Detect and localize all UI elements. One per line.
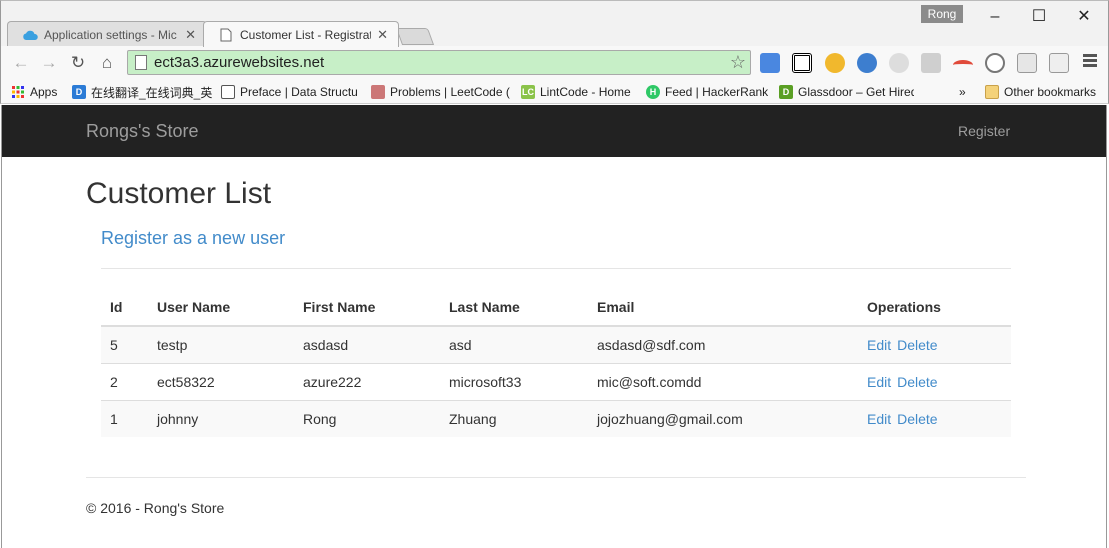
tab-title: Customer List - Registratio bbox=[240, 27, 372, 42]
folder-icon bbox=[985, 85, 999, 99]
close-icon[interactable]: ✕ bbox=[377, 27, 388, 43]
site-footer: © 2016 - Rong's Store bbox=[86, 500, 225, 516]
hackerrank-icon: H bbox=[646, 85, 660, 99]
extension-icon[interactable] bbox=[825, 53, 845, 73]
extension-icon[interactable] bbox=[889, 53, 909, 73]
qr-code-extension-icon[interactable] bbox=[792, 53, 812, 73]
column-header-operations: Operations bbox=[858, 289, 1011, 327]
table-row: 2 ect58322 azure222 microsoft33 mic@soft… bbox=[101, 362, 1011, 400]
tab-application-settings[interactable]: Application settings - Mic ✕ bbox=[7, 21, 207, 47]
bookmark-dictionary[interactable]: D 在线翻译_在线词典_英 bbox=[72, 83, 212, 101]
bookmark-glassdoor[interactable]: D Glassdoor – Get Hired bbox=[779, 83, 914, 101]
edit-link[interactable]: Edit bbox=[867, 374, 891, 390]
new-tab-button[interactable] bbox=[395, 28, 435, 45]
maximize-icon[interactable]: ☐ bbox=[1029, 7, 1049, 27]
url-text: ect3a3.azurewebsites.net bbox=[154, 54, 325, 71]
edit-link[interactable]: Edit bbox=[867, 411, 891, 427]
profile-button[interactable]: Rong bbox=[921, 5, 963, 23]
azure-cloud-icon bbox=[22, 28, 38, 42]
tab-title: Application settings - Mic bbox=[44, 27, 177, 42]
page-viewport: Rongs's Store Register Customer List Reg… bbox=[1, 105, 1107, 548]
tab-customer-list[interactable]: Customer List - Registratio ✕ bbox=[203, 21, 399, 47]
table-row: 5 testp asdasd asd asdasd@sdf.com Edit De… bbox=[101, 325, 1011, 363]
column-header-id: Id bbox=[101, 289, 148, 327]
cell-first-name: Rong bbox=[294, 399, 440, 437]
forward-arrow-icon[interactable]: → bbox=[39, 53, 59, 73]
delete-link[interactable]: Delete bbox=[897, 411, 937, 427]
divider bbox=[101, 268, 1011, 269]
cell-email: mic@soft.comdd bbox=[588, 362, 858, 400]
cell-id: 2 bbox=[101, 362, 148, 400]
browser-toolbar: ← → ↻ ⌂ ect3a3.azurewebsites.net ☆ bbox=[0, 46, 1109, 80]
close-icon[interactable]: ✕ bbox=[185, 27, 196, 43]
bookmarks-bar: Apps D 在线翻译_在线词典_英 Preface | Data Struct… bbox=[0, 80, 1109, 104]
leetcode-icon bbox=[371, 85, 385, 99]
nav-register-link[interactable]: Register bbox=[958, 123, 1010, 139]
divider bbox=[86, 477, 1026, 478]
site-navbar: Rongs's Store Register bbox=[2, 105, 1106, 157]
cube-extension-icon[interactable] bbox=[1017, 53, 1037, 73]
bookmarks-overflow-button[interactable]: » bbox=[959, 83, 973, 101]
lintcode-icon: LC bbox=[521, 85, 535, 99]
minimize-icon[interactable]: – bbox=[985, 7, 1005, 27]
column-header-last-name: Last Name bbox=[440, 289, 588, 327]
cell-username: testp bbox=[148, 325, 294, 363]
back-arrow-icon[interactable]: ← bbox=[11, 53, 31, 73]
cell-username: johnny bbox=[148, 399, 294, 437]
apps-grid-icon bbox=[11, 85, 25, 99]
bookmark-leetcode[interactable]: Problems | LeetCode ( bbox=[371, 83, 511, 101]
column-header-username: User Name bbox=[148, 289, 294, 327]
column-header-first-name: First Name bbox=[294, 289, 440, 327]
cell-id: 5 bbox=[101, 325, 148, 363]
address-bar[interactable]: ect3a3.azurewebsites.net ☆ bbox=[127, 50, 751, 75]
cell-id: 1 bbox=[101, 399, 148, 437]
translate-extension-icon[interactable] bbox=[760, 53, 780, 73]
page-icon bbox=[135, 55, 147, 70]
other-bookmarks-folder[interactable]: Other bookmarks bbox=[985, 83, 1105, 101]
cell-email: jojozhuang@gmail.com bbox=[588, 399, 858, 437]
column-header-email: Email bbox=[588, 289, 858, 327]
bookmark-lintcode[interactable]: LC LintCode - Home bbox=[521, 83, 641, 101]
globe-extension-icon[interactable] bbox=[857, 53, 877, 73]
delete-link[interactable]: Delete bbox=[897, 337, 937, 353]
delete-link[interactable]: Delete bbox=[897, 374, 937, 390]
page-title: Customer List bbox=[86, 177, 272, 210]
cell-last-name: microsoft33 bbox=[440, 362, 588, 400]
bookmark-data-structures[interactable]: Preface | Data Structu bbox=[221, 83, 361, 101]
rainbow-extension-icon[interactable] bbox=[953, 60, 973, 70]
cell-first-name: azure222 bbox=[294, 362, 440, 400]
compass-extension-icon[interactable] bbox=[985, 53, 1005, 73]
shield-extension-icon[interactable] bbox=[1049, 53, 1069, 73]
reload-icon[interactable]: ↻ bbox=[68, 53, 88, 73]
table-row: 1 johnny Rong Zhuang jojozhuang@gmail.co… bbox=[101, 399, 1011, 437]
glassdoor-icon: D bbox=[779, 85, 793, 99]
cell-last-name: Zhuang bbox=[440, 399, 588, 437]
cell-last-name: asd bbox=[440, 325, 588, 363]
cell-first-name: asdasd bbox=[294, 325, 440, 363]
edit-link[interactable]: Edit bbox=[867, 337, 891, 353]
menu-icon[interactable] bbox=[1083, 54, 1097, 69]
close-window-icon[interactable]: ✕ bbox=[1074, 7, 1094, 27]
browser-titlebar: Application settings - Mic ✕ Customer Li… bbox=[0, 0, 1109, 47]
cell-operations: Edit Delete bbox=[858, 325, 1011, 363]
cell-operations: Edit Delete bbox=[858, 362, 1011, 400]
page-icon bbox=[218, 28, 234, 42]
dict-icon: D bbox=[72, 85, 86, 99]
site-brand-link[interactable]: Rongs's Store bbox=[86, 121, 199, 142]
bookmark-apps[interactable]: Apps bbox=[11, 83, 67, 101]
bookmark-star-icon[interactable]: ☆ bbox=[730, 52, 746, 73]
customer-table: Id User Name First Name Last Name Email … bbox=[101, 289, 1011, 437]
settings-extension-icon[interactable] bbox=[921, 53, 941, 73]
cell-operations: Edit Delete bbox=[858, 399, 1011, 437]
bookmark-hackerrank[interactable]: H Feed | HackerRank bbox=[646, 83, 768, 101]
table-header-row: Id User Name First Name Last Name Email … bbox=[101, 289, 1011, 327]
book-icon bbox=[221, 85, 235, 99]
cell-email: asdasd@sdf.com bbox=[588, 325, 858, 363]
cell-username: ect58322 bbox=[148, 362, 294, 400]
register-new-user-link[interactable]: Register as a new user bbox=[101, 228, 285, 249]
home-icon[interactable]: ⌂ bbox=[97, 53, 117, 73]
